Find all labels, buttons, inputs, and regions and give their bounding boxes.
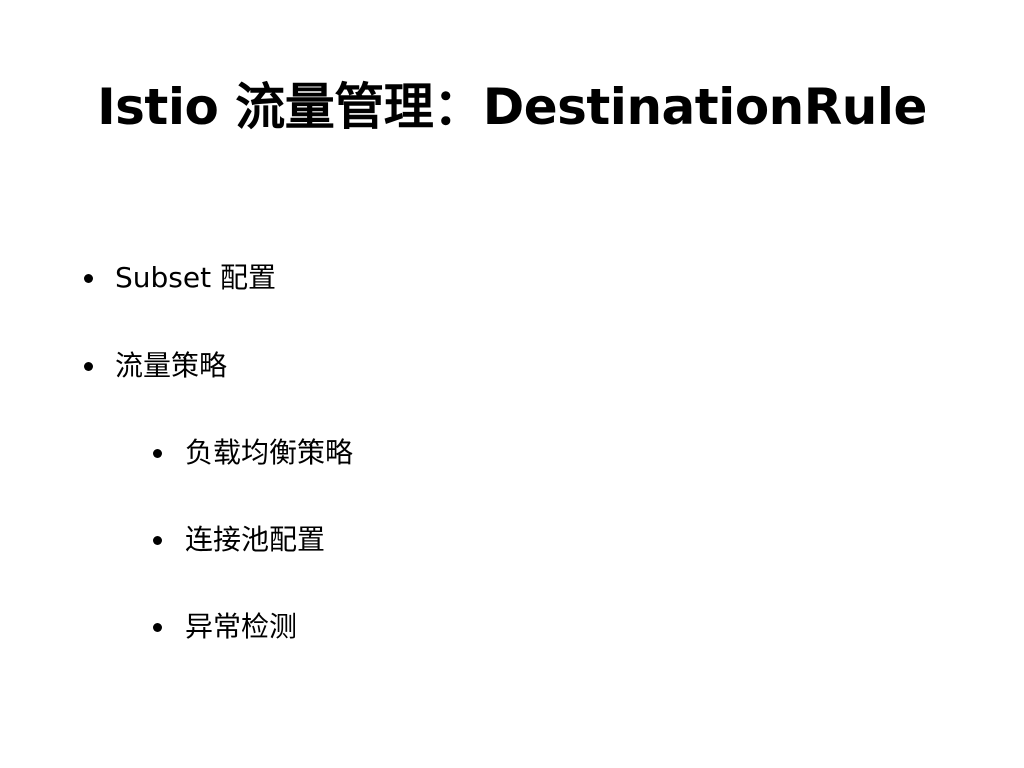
bullet-dot-icon [84,362,93,371]
bullet-list: Subset 配置 流量策略 负载均衡策略 连接池配置 异常检测 [0,0,1024,768]
bullet-text: 流量策略 [115,349,228,382]
bullet-text: 异常检测 [185,610,298,643]
bullet-text: Subset 配置 [115,261,276,294]
bullet-dot-icon [153,449,162,458]
bullet-text: 连接池配置 [185,523,326,556]
slide: Istio 流量管理：DestinationRule Subset 配置 流量策… [0,0,1024,768]
bullet-text: 负载均衡策略 [185,436,354,469]
bullet-dot-icon [153,623,162,632]
bullet-dot-icon [84,274,93,283]
bullet-dot-icon [153,536,162,545]
